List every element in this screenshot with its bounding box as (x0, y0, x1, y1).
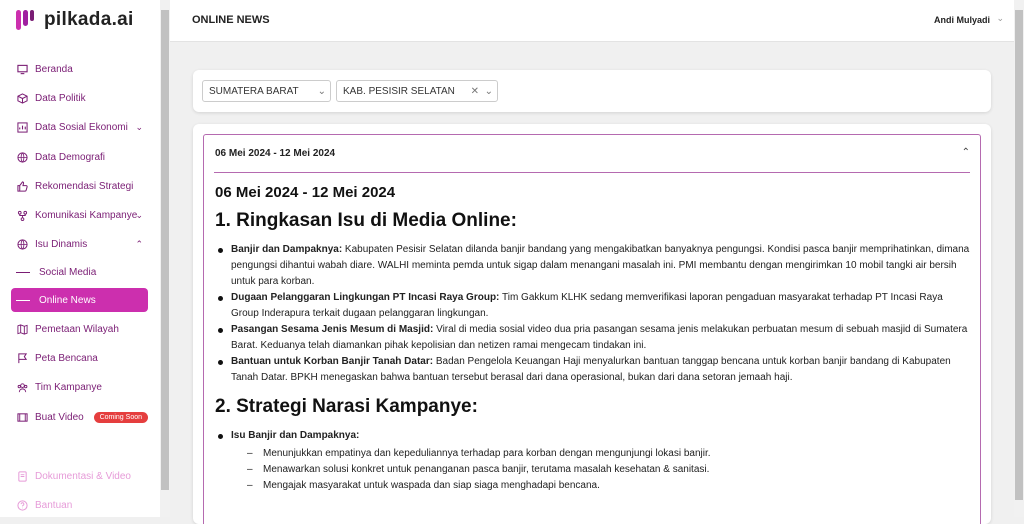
logo-icon (16, 10, 34, 30)
sidebar-item-label: Data Demografi (35, 151, 106, 163)
sidebar-item-label: Online News (39, 294, 96, 306)
province-value: SUMATERA BARAT (209, 85, 299, 97)
top-bar: ONLINE NEWS Andi Mulyadi ⌄ (170, 0, 1014, 42)
regency-select[interactable]: KAB. PESISIR SELATAN ✕ ⌄ (336, 80, 498, 102)
filter-card: SUMATERA BARAT ⌄ KAB. PESISIR SELATAN ✕ … (193, 70, 991, 112)
sidebar-item-label: Dokumentasi & Video (35, 470, 131, 482)
list-item: Isu Banjir dan Dampaknya: – Menunjukkan e… (215, 428, 973, 494)
sidebar-item-label: Social Media (39, 266, 97, 278)
section-1-list: Banjir dan Dampaknya: Kabupaten Pesisir … (215, 242, 973, 386)
cube-icon (16, 92, 28, 104)
globe-icon (16, 151, 28, 163)
report-subtitle: 06 Mei 2024 - 12 Mei 2024 (215, 184, 396, 201)
list-item: Pasangan Sesama Jenis Mesum di Masjid: V… (215, 322, 973, 354)
page-title: ONLINE NEWS (192, 14, 270, 26)
sidebar-item-peta-bencana[interactable]: Peta Bencana (11, 346, 148, 370)
sidebar-item-label: Rekomendasi Strategi (35, 180, 134, 192)
sub-list-item: – Menunjukkan empatinya dan kepeduliannya… (247, 448, 711, 459)
book-icon (16, 470, 28, 482)
chevron-down-icon: ⌄ (317, 85, 326, 97)
users-icon (16, 381, 28, 393)
clear-icon[interactable]: ✕ (471, 86, 479, 97)
list-item: Dugaan Pelanggaran Lingkungan PT Incasi … (215, 290, 973, 322)
coming-soon-badge: Coming Soon (93, 411, 148, 423)
list-item: Bantuan untuk Korban Banjir Tanah Datar:… (215, 354, 973, 386)
user-menu[interactable]: Andi Mulyadi (934, 15, 990, 25)
accordion: 06 Mei 2024 - 12 Mei 2024 ⌃ 06 Mei 2024 … (203, 134, 981, 524)
sidebar-item-label: Isu Dinamis (35, 238, 88, 250)
chevron-down-icon: ⌄ (484, 85, 493, 97)
section-1-title: 1. Ringkasan Isu di Media Online: (215, 210, 517, 231)
film-icon (16, 411, 28, 423)
sidebar-item-data-sosial-ekonomi[interactable]: Data Sosial Ekonomi ⌄ (11, 115, 148, 139)
globe-icon (16, 238, 28, 250)
section-2-list: Isu Banjir dan Dampaknya: – Menunjukkan e… (215, 428, 973, 494)
sidebar-item-label: Buat Video (35, 411, 84, 423)
sidebar-item-bantuan[interactable]: Bantuan (11, 493, 148, 517)
dash-marker (16, 271, 30, 273)
sidebar-item-label: Komunikasi Kampanye (35, 209, 138, 221)
main-scrollbar-thumb[interactable] (1015, 10, 1023, 500)
logo[interactable]: pilkada.ai (14, 8, 134, 32)
sub-list: – Menunjukkan empatinya dan kepeduliannya… (231, 446, 973, 494)
sidebar-item-label: Peta Bencana (35, 352, 98, 364)
list-item: Banjir dan Dampaknya: Kabupaten Pesisir … (215, 242, 973, 290)
sidebar-item-beranda[interactable]: Beranda (11, 57, 148, 81)
sidebar-item-komunikasi-kampanye[interactable]: Komunikasi Kampanye ⌄ (11, 203, 148, 227)
sidebar-item-tim-kampanye[interactable]: Tim Kampanye (11, 375, 148, 399)
sidebar-item-label: Pemetaan Wilayah (35, 323, 119, 335)
sidebar-item-label: Bantuan (35, 499, 73, 511)
thumbs-up-icon (16, 180, 28, 192)
divider (214, 172, 970, 173)
sub-list-item: – Mengajak masyarakat untuk waspada dan s… (247, 480, 600, 491)
sidebar-item-dokumentasi[interactable]: Dokumentasi & Video (11, 464, 148, 488)
monitor-icon (16, 63, 28, 75)
sidebar-item-rekomendasi-strategi[interactable]: Rekomendasi Strategi (11, 174, 148, 198)
chevron-down-icon: ⌄ (135, 209, 143, 220)
logo-text: pilkada.ai (44, 9, 134, 30)
regency-value: KAB. PESISIR SELATAN (343, 85, 455, 97)
accordion-body: 06 Mei 2024 - 12 Mei 2024 1. Ringkasan I… (215, 184, 973, 494)
sidebar-item-data-politik[interactable]: Data Politik (11, 86, 148, 110)
help-icon (16, 499, 28, 511)
sidebar-item-label: Data Sosial Ekonomi (35, 121, 128, 133)
accordion-header[interactable]: 06 Mei 2024 - 12 Mei 2024 (215, 148, 335, 159)
sidebar-scrollbar-thumb[interactable] (161, 10, 169, 490)
sub-list-item: – Menawarkan solusi konkret untuk penanga… (247, 464, 710, 475)
content-card: 06 Mei 2024 - 12 Mei 2024 ⌃ 06 Mei 2024 … (193, 124, 991, 524)
chart-icon (16, 121, 28, 133)
sidebar-item-pemetaan-wilayah[interactable]: Pemetaan Wilayah (11, 317, 148, 341)
sidebar: pilkada.ai Beranda Data Politik Data Sos… (0, 0, 160, 517)
sidebar-item-online-news[interactable]: Online News (11, 288, 148, 312)
sidebar-item-isu-dinamis[interactable]: Isu Dinamis ⌃ (11, 232, 148, 256)
map-icon (16, 323, 28, 335)
tree-icon (16, 209, 28, 221)
dash-marker (16, 299, 30, 301)
chevron-down-icon[interactable]: ⌄ (996, 13, 1004, 24)
flag-icon (16, 352, 28, 364)
chevron-down-icon: ⌄ (135, 121, 143, 132)
sidebar-item-label: Tim Kampanye (35, 381, 102, 393)
chevron-up-icon: ⌃ (135, 238, 143, 249)
chevron-up-icon[interactable]: ⌃ (962, 147, 970, 158)
section-2-title: 2. Strategi Narasi Kampanye: (215, 396, 478, 417)
sidebar-item-data-demografi[interactable]: Data Demografi (11, 145, 148, 169)
sidebar-item-label: Beranda (35, 63, 73, 75)
sidebar-item-social-media[interactable]: Social Media (11, 260, 148, 284)
sidebar-item-label: Data Politik (35, 92, 86, 104)
province-select[interactable]: SUMATERA BARAT ⌄ (202, 80, 331, 102)
sidebar-item-buat-video[interactable]: Buat Video Coming Soon (11, 405, 148, 429)
